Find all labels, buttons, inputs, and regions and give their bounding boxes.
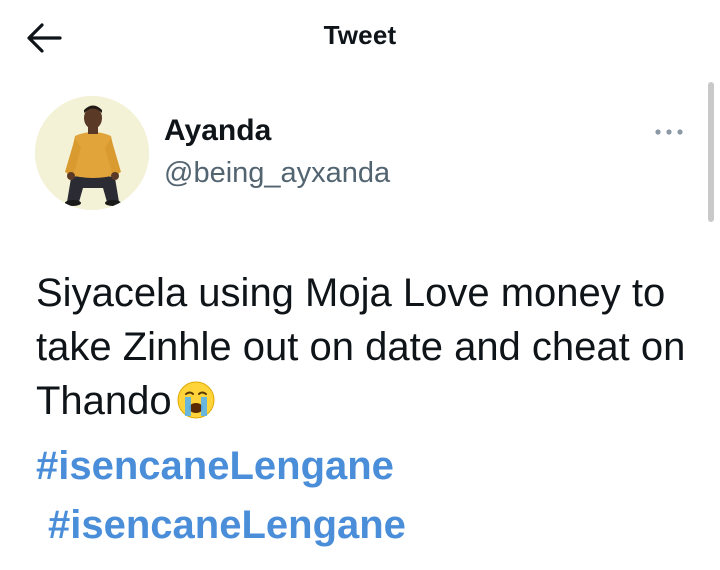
- more-options-button[interactable]: [652, 122, 686, 142]
- crying-face-emoji-icon: [176, 380, 216, 434]
- page-title: Tweet: [323, 20, 397, 50]
- hashtag-link[interactable]: #isencaneLengane: [48, 503, 406, 548]
- tweet-text-content: Siyacela using Moja Love money to take Z…: [36, 271, 686, 423]
- display-name[interactable]: Ayanda: [164, 114, 271, 148]
- avatar-photo: [35, 96, 149, 210]
- scrollbar[interactable]: [708, 82, 714, 222]
- top-bar: Tweet: [0, 0, 720, 72]
- more-dots-icon: [655, 129, 683, 135]
- tweet-text: Siyacela using Moja Love money to take Z…: [36, 266, 706, 434]
- avatar[interactable]: [35, 96, 149, 210]
- hashtag-link[interactable]: #isencaneLengane: [36, 444, 394, 489]
- user-handle[interactable]: @being_ayxanda: [164, 157, 390, 190]
